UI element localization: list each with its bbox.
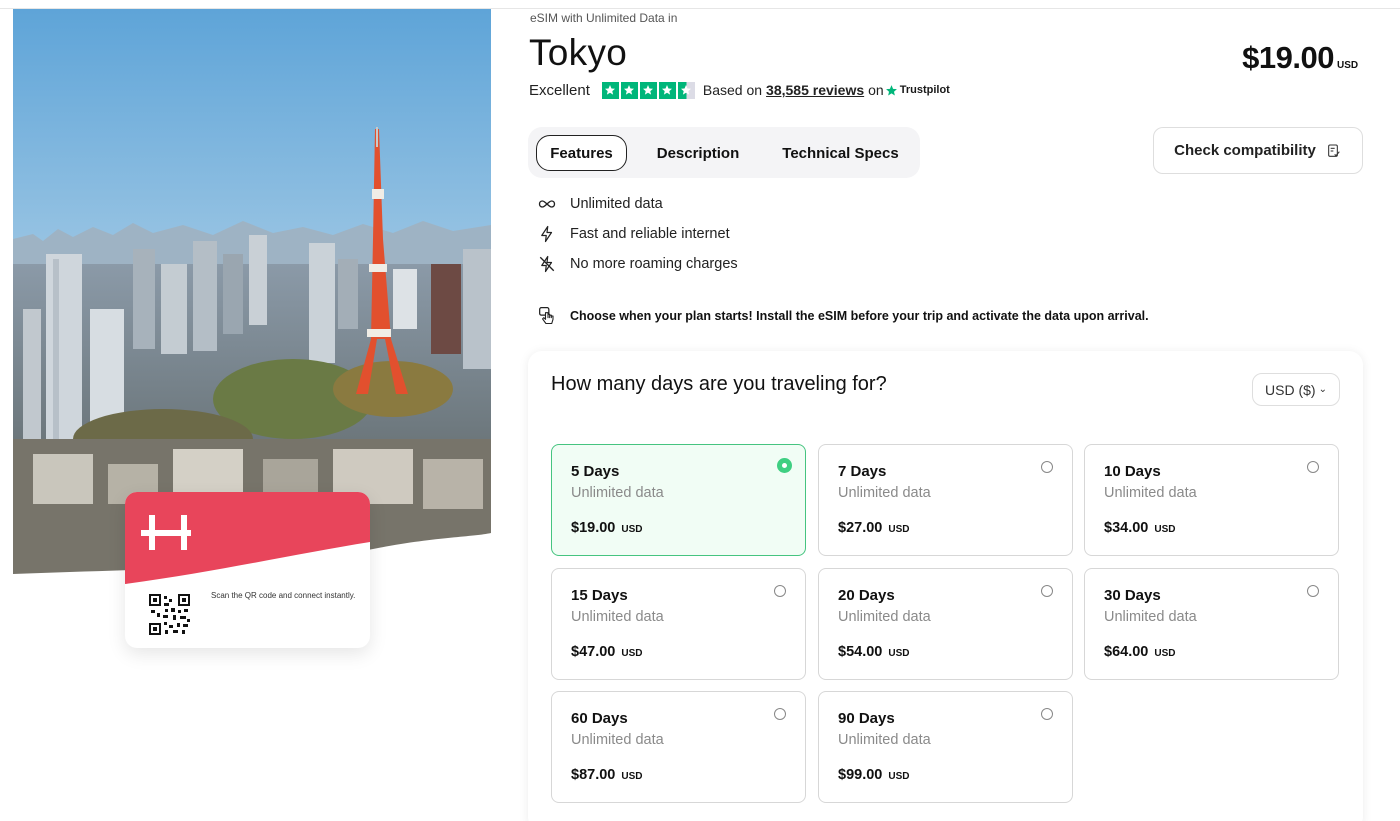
plan-radio[interactable] xyxy=(1041,708,1053,720)
plan-days: 15 Days xyxy=(571,587,628,604)
tab-features[interactable]: Features xyxy=(536,135,627,171)
plan-radio[interactable] xyxy=(1041,585,1053,597)
plan-option-10-days[interactable]: 10 Days Unlimited data $34.00 USD xyxy=(1084,444,1339,556)
star-icon xyxy=(620,81,638,99)
currency-select[interactable]: USD ($) ⌄ xyxy=(1252,373,1340,406)
product-eyebrow: eSIM with Unlimited Data in xyxy=(530,11,678,25)
based-on-text: Based on xyxy=(702,82,763,98)
feature-label: No more roaming charges xyxy=(570,256,738,272)
plan-option-7-days[interactable]: 7 Days Unlimited data $27.00 USD xyxy=(818,444,1073,556)
trustpilot-rating: Excellent Based on 38,585 reviews on Tru… xyxy=(529,80,950,100)
plan-price: $99.00 USD xyxy=(838,767,910,783)
plan-option-5-days[interactable]: 5 Days Unlimited data $19.00 USD xyxy=(551,444,806,556)
trustpilot-name: Trustpilot xyxy=(899,84,950,96)
feature-fast-internet: Fast and reliable internet xyxy=(538,225,730,243)
plan-days: 90 Days xyxy=(838,710,895,727)
tab-description[interactable]: Description xyxy=(642,135,754,171)
plan-data: Unlimited data xyxy=(838,485,931,501)
plan-radio[interactable] xyxy=(774,585,786,597)
no-roaming-icon xyxy=(538,255,556,273)
chevron-down-icon: ⌄ xyxy=(1318,384,1327,395)
product-price-unit: USD xyxy=(1337,60,1359,71)
activation-note-text: Choose when your plan starts! Install th… xyxy=(570,309,1149,323)
plan-data: Unlimited data xyxy=(1104,485,1197,501)
plan-days: 10 Days xyxy=(1104,463,1161,480)
plan-price: $54.00 USD xyxy=(838,644,910,660)
half-star-icon xyxy=(677,81,695,99)
rating-label: Excellent xyxy=(529,81,590,99)
plan-data: Unlimited data xyxy=(571,732,664,748)
feature-unlimited-data: Unlimited data xyxy=(538,195,663,213)
check-compatibility-button[interactable]: Check compatibility xyxy=(1153,127,1363,174)
lightning-icon xyxy=(538,225,556,243)
trustpilot-logo: Trustpilot xyxy=(885,84,950,97)
product-price: $19.00 xyxy=(1242,40,1334,75)
plan-radio[interactable] xyxy=(777,458,792,473)
tap-hand-icon xyxy=(539,307,554,325)
plan-data: Unlimited data xyxy=(571,609,664,625)
plan-selector-panel: How many days are you traveling for? USD… xyxy=(528,351,1363,821)
plan-days: 7 Days xyxy=(838,463,887,480)
trustpilot-star-icon xyxy=(885,84,897,95)
card-caption: Scan the QR code and connect instantly. xyxy=(211,591,356,600)
page-title: Tokyo xyxy=(529,32,628,73)
star-icon xyxy=(658,81,676,99)
check-compatibility-label: Check compatibility xyxy=(1174,142,1316,159)
plan-data: Unlimited data xyxy=(571,485,664,501)
star-icon xyxy=(601,81,619,99)
tab-technical-specs[interactable]: Technical Specs xyxy=(773,135,908,171)
plan-option-90-days[interactable]: 90 Days Unlimited data $99.00 USD xyxy=(818,691,1073,803)
star-icon xyxy=(639,81,657,99)
plan-option-60-days[interactable]: 60 Days Unlimited data $87.00 USD xyxy=(551,691,806,803)
plan-price: $47.00 USD xyxy=(571,644,643,660)
plan-price: $34.00 USD xyxy=(1104,520,1176,536)
rating-stars xyxy=(601,81,695,99)
reviews-link[interactable]: 38,585 reviews xyxy=(766,82,864,98)
feature-label: Unlimited data xyxy=(570,196,663,212)
feature-label: Fast and reliable internet xyxy=(570,226,730,242)
plan-data: Unlimited data xyxy=(838,732,931,748)
plan-option-15-days[interactable]: 15 Days Unlimited data $47.00 USD xyxy=(551,568,806,680)
plan-days: 5 Days xyxy=(571,463,620,480)
plan-radio[interactable] xyxy=(1041,461,1053,473)
plan-price: $19.00 USD xyxy=(571,520,643,536)
checklist-icon xyxy=(1327,143,1340,157)
plan-price: $64.00 USD xyxy=(1104,644,1176,660)
qr-code-icon xyxy=(149,594,190,635)
feature-no-roaming: No more roaming charges xyxy=(538,255,738,273)
plan-price: $87.00 USD xyxy=(571,767,643,783)
infinity-icon xyxy=(538,195,556,213)
plan-data: Unlimited data xyxy=(1104,609,1197,625)
plan-days: 30 Days xyxy=(1104,587,1161,604)
card-brand-header xyxy=(125,492,370,584)
plan-data: Unlimited data xyxy=(838,609,931,625)
plan-days: 20 Days xyxy=(838,587,895,604)
plan-radio[interactable] xyxy=(1307,585,1319,597)
currency-value: USD ($) xyxy=(1265,381,1316,398)
plan-price: $27.00 USD xyxy=(838,520,910,536)
days-question: How many days are you traveling for? xyxy=(551,373,887,395)
plan-option-20-days[interactable]: 20 Days Unlimited data $54.00 USD xyxy=(818,568,1073,680)
plan-radio[interactable] xyxy=(774,708,786,720)
plan-days: 60 Days xyxy=(571,710,628,727)
tab-bar: Features Description Technical Specs xyxy=(528,127,920,178)
esim-card-illustration: Scan the QR code and connect instantly. xyxy=(125,492,370,648)
plan-radio[interactable] xyxy=(1307,461,1319,473)
activation-note: Choose when your plan starts! Install th… xyxy=(538,306,1149,326)
on-text: on xyxy=(868,82,884,98)
plan-option-30-days[interactable]: 30 Days Unlimited data $64.00 USD xyxy=(1084,568,1339,680)
